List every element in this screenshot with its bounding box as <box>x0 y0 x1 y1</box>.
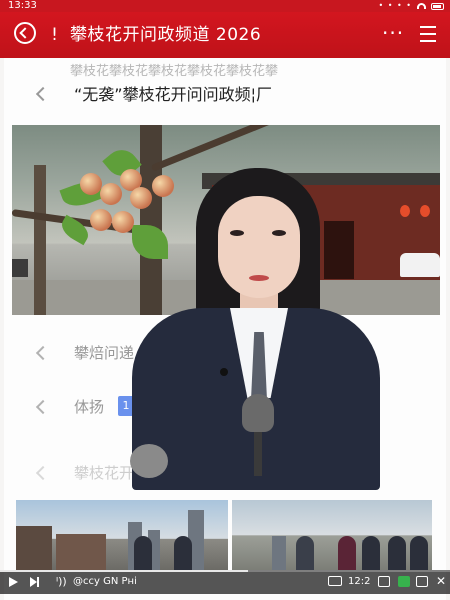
captions-icon[interactable] <box>328 576 342 586</box>
close-icon[interactable]: ✕ <box>436 574 446 588</box>
wifi-icon <box>417 3 426 9</box>
next-icon[interactable] <box>30 577 39 587</box>
share-icon[interactable] <box>420 24 436 44</box>
signal-dots-icon: • • • • <box>378 1 412 10</box>
chevron-left-icon <box>34 399 48 413</box>
status-bar: 13:33 • • • • <box>0 0 450 12</box>
playback-time: 12:2 <box>348 576 371 587</box>
fullscreen-icon[interactable] <box>398 576 410 587</box>
refresh-back-icon[interactable] <box>14 22 36 44</box>
chevron-left-icon <box>34 86 48 100</box>
pin-icon: ǃ <box>52 25 58 45</box>
app-header: ǃ 攀枝花开问政频道 2026 ··· <box>0 12 450 58</box>
thumbnail-meeting[interactable] <box>232 500 432 570</box>
news-anchor-video[interactable] <box>118 160 390 490</box>
player-control-bar: ᑊ)) @ccy GN Рні 12:2 ✕ <box>0 570 450 594</box>
miniplayer-icon[interactable] <box>378 576 390 587</box>
play-icon[interactable] <box>9 577 18 587</box>
status-time: 13:33 <box>8 0 37 11</box>
channel-title: 攀枝花开问政频道 2026 <box>70 25 262 45</box>
chevron-left-icon <box>34 345 48 359</box>
list-item-main[interactable]: “无袭”攀枝花开问问政频¦厂 <box>34 79 272 107</box>
thumbnail-city[interactable] <box>16 500 228 570</box>
progress-fill <box>0 570 248 572</box>
list-item-title: “无袭”攀枝花开问问政频¦厂 <box>74 85 272 104</box>
ghost-row-text: 攀枝花攀枝花攀枝花攀枝花攀枝花攀 <box>70 64 279 79</box>
video-source-label: @ccy GN Рні <box>73 576 137 587</box>
settings-icon[interactable] <box>416 576 428 587</box>
list-item-title: 体扬 <box>74 397 105 416</box>
progress-bar[interactable] <box>0 570 450 572</box>
battery-icon <box>431 2 444 10</box>
status-icons: • • • • <box>378 0 444 12</box>
volume-icon[interactable]: ᑊ)) <box>56 575 67 589</box>
more-icon[interactable]: ··· <box>382 21 404 45</box>
chevron-left-icon <box>34 465 48 479</box>
